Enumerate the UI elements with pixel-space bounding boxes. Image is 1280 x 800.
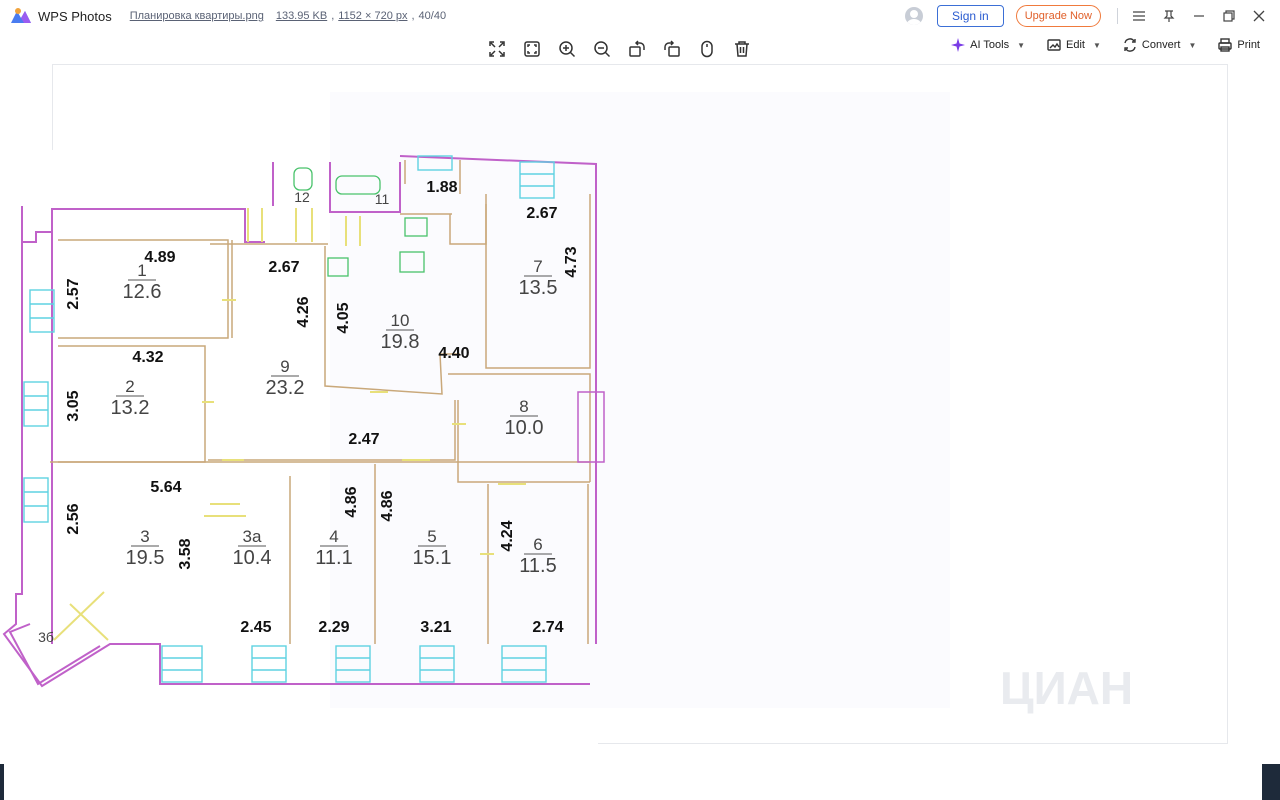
- dimension-label: 2.45: [240, 619, 271, 636]
- file-name[interactable]: Планировка квартиры.png: [130, 10, 264, 22]
- room-number-3a: 3a: [243, 527, 262, 546]
- chevron-down-icon: ▼: [1188, 40, 1197, 50]
- print-button[interactable]: Print: [1218, 38, 1260, 52]
- chevron-down-icon: ▼: [1093, 40, 1101, 50]
- file-index: 40/40: [418, 10, 447, 22]
- room-area-3a: 10.4: [233, 547, 272, 569]
- dimension-label: 4.86: [343, 486, 360, 517]
- room-area-1: 12.6: [123, 281, 162, 303]
- view-tools: [484, 36, 754, 61]
- dimension-label: 4.05: [335, 302, 352, 333]
- room-number-12: 12: [294, 189, 310, 205]
- room-area-7: 13.5: [519, 277, 558, 299]
- convert-label: Convert: [1141, 39, 1181, 51]
- zoom-in-icon[interactable]: [554, 36, 579, 61]
- chevron-down-icon: ▼: [1017, 40, 1026, 50]
- room-number-3б: 3б: [38, 629, 54, 645]
- edit-label: Edit: [1066, 39, 1085, 51]
- dimension-label: 4.86: [379, 490, 396, 521]
- titlebar-right: Sign in Upgrade Now: [905, 5, 1270, 27]
- room-number-6: 6: [533, 535, 542, 554]
- dimension-label: 2.67: [526, 205, 557, 222]
- convert-icon: [1124, 38, 1136, 52]
- dimension-label: 4.40: [438, 345, 469, 362]
- dimension-label: 4.24: [499, 520, 516, 551]
- upgrade-button[interactable]: Upgrade Now: [1015, 5, 1101, 27]
- room-number-7: 7: [533, 257, 542, 276]
- dimension-label: 2.67: [268, 259, 299, 276]
- dimension-label: 2.29: [318, 619, 349, 636]
- pin-icon[interactable]: [1158, 5, 1180, 27]
- dimension-label: 4.73: [563, 246, 580, 277]
- edit-menu[interactable]: Edit ▼: [1047, 38, 1101, 52]
- app-name: WPS Photos: [38, 8, 112, 24]
- dimension-label: 4.32: [132, 349, 163, 366]
- file-info: Планировка квартиры.png 133.95 KB , 1152…: [129, 10, 447, 22]
- dimension-label: 4.26: [295, 296, 312, 327]
- room-area-3: 19.5: [126, 547, 165, 569]
- room-area-2: 13.2: [111, 397, 150, 419]
- dimension-label: 3.05: [65, 390, 82, 421]
- room-area-8: 10.0: [505, 417, 544, 439]
- restore-icon[interactable]: [1218, 5, 1240, 27]
- actual-size-icon[interactable]: [519, 36, 544, 61]
- avatar-icon[interactable]: [905, 7, 924, 25]
- room-area-6: 11.5: [519, 555, 556, 577]
- mouse-icon[interactable]: [694, 36, 719, 61]
- room-area-10: 19.8: [381, 331, 420, 353]
- minimize-icon[interactable]: [1188, 5, 1210, 27]
- room-number-9: 9: [280, 357, 289, 376]
- divider: [1117, 8, 1118, 24]
- sign-in-button[interactable]: Sign in: [937, 5, 1004, 27]
- room-area-9: 23.2: [266, 377, 305, 399]
- sparkle-icon: [951, 38, 966, 52]
- right-edge: [1262, 764, 1280, 800]
- room-number-10: 10: [391, 311, 410, 330]
- convert-menu[interactable]: Convert ▼: [1123, 38, 1196, 52]
- zoom-out-icon[interactable]: [589, 36, 614, 61]
- left-edge: [0, 764, 4, 800]
- app-brand: WPS Photos: [10, 7, 112, 25]
- file-dimensions[interactable]: 1152 × 720 px: [338, 10, 407, 22]
- image-canvas[interactable]: 1 12.6 2 13.2 3 19.5 3a 10.4 3б 4 11.1 5 15.1 6 11.5 7 1…: [0, 64, 1280, 800]
- image-toolbar: AI Tools ▼ Edit ▼ Convert ▼ Print: [0, 32, 1280, 64]
- room-number-5: 5: [427, 527, 436, 546]
- dimension-label: 2.74: [532, 619, 563, 636]
- dimension-label: 2.47: [348, 431, 379, 448]
- print-label: Print: [1237, 39, 1260, 51]
- wps-photos-logo-icon: [11, 8, 31, 23]
- dimension-label: 3.58: [177, 538, 194, 569]
- watermark: ЦИАН: [1000, 662, 1133, 714]
- dimension-label: 3.21: [420, 619, 451, 636]
- rotate-left-icon[interactable]: [624, 36, 649, 61]
- room-number-4: 4: [329, 527, 338, 546]
- title-bar: WPS Photos Планировка квартиры.png 133.9…: [0, 0, 1280, 32]
- dimension-label: 2.57: [65, 278, 82, 309]
- room-number-2: 2: [125, 377, 134, 396]
- menu-icon[interactable]: [1128, 5, 1150, 27]
- dimension-label: 5.64: [150, 479, 181, 496]
- image-edit-icon: [1047, 39, 1061, 51]
- dimension-label: 4.89: [144, 249, 175, 266]
- dimension-label: 2.56: [65, 503, 82, 534]
- rotate-right-icon[interactable]: [659, 36, 684, 61]
- file-size[interactable]: 133.95 KB: [276, 10, 327, 22]
- ai-tools-menu[interactable]: AI Tools ▼: [951, 38, 1025, 52]
- room-number-11: 11: [375, 191, 390, 207]
- fit-window-icon[interactable]: [484, 36, 509, 61]
- delete-icon[interactable]: [729, 36, 754, 61]
- ai-tools-label: AI Tools: [970, 39, 1010, 51]
- room-area-4: 11.1: [315, 547, 352, 569]
- dimension-label: 1.88: [426, 179, 457, 196]
- printer-icon: [1218, 38, 1233, 52]
- floorplan-image: 112.6213.2319.53a10.43б411.1515.1611.571…: [0, 92, 1133, 750]
- room-area-5: 15.1: [413, 547, 452, 569]
- action-tools: AI Tools ▼ Edit ▼ Convert ▼ Print: [951, 38, 1260, 52]
- close-icon[interactable]: [1248, 5, 1270, 27]
- room-number-3: 3: [140, 527, 149, 546]
- room-number-8: 8: [519, 397, 528, 416]
